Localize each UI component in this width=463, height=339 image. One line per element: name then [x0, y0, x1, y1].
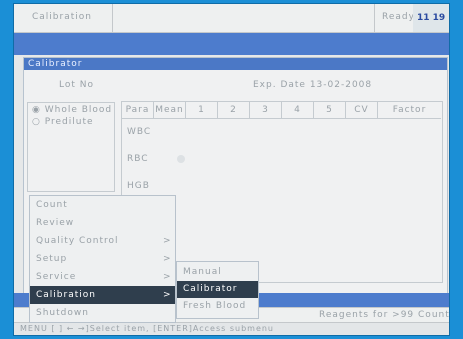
menu-item-quality-control[interactable]: Quality Control >: [30, 232, 175, 250]
menu-item-label: Calibration: [36, 290, 96, 300]
row-label: RBC: [127, 154, 149, 164]
status-text: Ready: [382, 12, 415, 22]
hint-bar: MENU [ ] ← →]Select item, [ENTER]Access …: [14, 322, 449, 335]
column-header: 4: [282, 102, 314, 119]
reagent-status: Reagents for >99 Counts: [319, 310, 449, 320]
menu-item-label: Quality Control: [36, 236, 119, 246]
submenu-item-manual[interactable]: Manual: [177, 264, 258, 281]
analyzer-screen: Calibration Ready 11 19 Calibrator Lot N…: [14, 4, 449, 335]
column-header: CV: [346, 102, 378, 119]
menu-item-count[interactable]: Count: [30, 196, 175, 214]
radio-selected-icon: ◉: [32, 105, 41, 115]
submenu-arrow-icon: >: [163, 290, 172, 300]
row-label: HGB: [127, 181, 150, 191]
submenu-item-label: Calibrator: [183, 284, 238, 294]
divider: [374, 4, 375, 32]
column-header: Para: [122, 102, 154, 119]
top-bar: Calibration Ready 11 19: [14, 4, 449, 33]
submenu-arrow-icon: >: [163, 272, 172, 282]
clock: 11 19: [413, 4, 449, 32]
submenu-arrow-icon: >: [163, 254, 172, 264]
radio-label: Predilute: [44, 117, 94, 127]
submenu-item-label: Fresh Blood: [183, 301, 247, 311]
menu-item-label: Shutdown: [36, 308, 89, 318]
menu-item-setup[interactable]: Setup >: [30, 250, 175, 268]
column-header: 3: [250, 102, 282, 119]
main-menu: Count Review Quality Control > Setup > S…: [29, 195, 176, 323]
menu-item-shutdown[interactable]: Shutdown: [30, 304, 175, 322]
menu-item-label: Setup: [36, 254, 68, 264]
screen-title: Calibration: [32, 12, 92, 22]
radio-label: Whole Blood: [44, 105, 113, 115]
sample-type-group: ◉ Whole Blood ○ Predilute: [27, 102, 115, 192]
column-header: 1: [186, 102, 218, 119]
column-header: Factor: [378, 102, 441, 119]
menu-item-label: Service: [36, 272, 77, 282]
submenu-item-label: Manual: [183, 267, 222, 277]
column-header: 5: [314, 102, 346, 119]
menu-item-review[interactable]: Review: [30, 214, 175, 232]
cell-marker: [177, 155, 185, 163]
submenu-arrow-icon: >: [163, 236, 172, 246]
radio-predilute[interactable]: ○ Predilute: [32, 117, 94, 127]
menu-item-calibration[interactable]: Calibration >: [30, 286, 175, 304]
divider: [112, 4, 113, 32]
expiry-date-label[interactable]: Exp. Date 13-02-2008: [253, 80, 372, 90]
column-header: Mean: [154, 102, 186, 119]
menu-item-label: Review: [36, 218, 75, 228]
panel-title: Calibrator: [24, 58, 447, 70]
menu-item-service[interactable]: Service >: [30, 268, 175, 286]
column-header: 2: [218, 102, 250, 119]
submenu-item-fresh-blood[interactable]: Fresh Blood: [177, 298, 258, 315]
header-band: [14, 33, 449, 55]
row-label: WBC: [127, 127, 152, 137]
lot-number-label[interactable]: Lot No: [59, 80, 94, 90]
radio-empty-icon: ○: [32, 117, 41, 127]
submenu-item-calibrator[interactable]: Calibrator: [177, 281, 258, 298]
radio-whole-blood[interactable]: ◉ Whole Blood: [32, 105, 112, 115]
menu-item-label: Count: [36, 200, 68, 210]
calibration-submenu: Manual Calibrator Fresh Blood: [176, 261, 259, 319]
keyboard-hint: MENU [ ] ← →]Select item, [ENTER]Access …: [20, 324, 275, 333]
